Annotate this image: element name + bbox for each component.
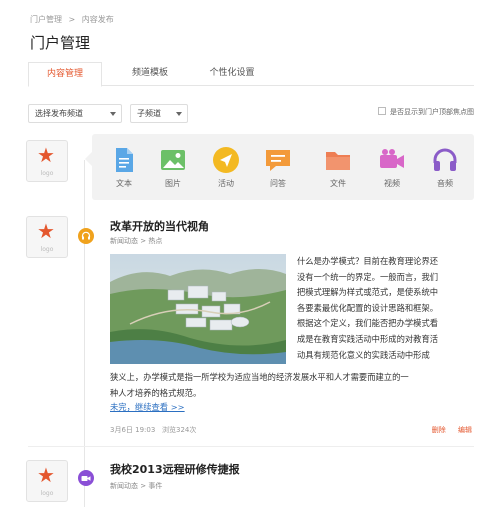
compose-text-button[interactable]: 文本 xyxy=(104,146,144,189)
tab-personalization[interactable]: 个性化设置 xyxy=(192,62,272,86)
avatar: ★ logo xyxy=(26,140,68,182)
avatar: ★ logo xyxy=(26,460,68,502)
post-excerpt-continued: 狭义上，办学模式是指一所学校为适应当地的经济发展水平和人才需要而建立的一 种人才… xyxy=(110,370,478,401)
post-text-line: 动具有规范化意义的实践活动中形成 xyxy=(297,349,430,360)
compose-image-button[interactable]: 图片 xyxy=(153,146,193,189)
folder-icon xyxy=(326,152,350,170)
compose-activity-button[interactable]: 活动 xyxy=(206,146,246,189)
channel-select-value: 选择发布频道 xyxy=(35,109,83,118)
avatar: ★ logo xyxy=(26,216,68,258)
breadcrumb-separator: > xyxy=(68,15,76,24)
chevron-down-icon xyxy=(176,112,182,116)
timeline-line xyxy=(84,160,85,507)
breadcrumb-item-portal[interactable]: 门户管理 xyxy=(30,15,62,24)
document-icon xyxy=(116,148,133,172)
post-image[interactable] xyxy=(110,254,286,364)
post-text-line: 种人才培养的格式规范。 xyxy=(110,387,202,398)
subchannel-select-value: 子频道 xyxy=(137,109,161,118)
delete-button[interactable]: 删除 xyxy=(432,426,446,434)
compose-qa-button[interactable]: 问答 xyxy=(258,146,298,189)
post-excerpt: 什么是办学模式？目前在教育理论界还 没有一个统一的界定。一般而言，我们 把模式理… xyxy=(297,254,477,363)
headphones-icon xyxy=(433,148,457,171)
portal-management-page: 门户管理 > 内容发布 门户管理 内容管理 频道模板 个性化设置 选择发布频道 … xyxy=(0,0,494,507)
post-title[interactable]: 我校2013远程研修传捷报 xyxy=(110,461,240,477)
compose-audio-label: 音频 xyxy=(437,179,453,188)
post-text-line: 各要素最优化配置的设计思路和框架。 xyxy=(297,302,439,313)
compose-file-label: 文件 xyxy=(330,179,346,188)
focus-image-checkbox[interactable] xyxy=(378,107,386,115)
breadcrumb-item-content: 内容发布 xyxy=(81,15,114,24)
panel-arrow xyxy=(85,152,92,166)
focus-image-label: 是否显示到门户顶部焦点图 xyxy=(390,108,474,116)
star-icon: ★ xyxy=(37,219,55,243)
post-text-line: 没有一个统一的界定。一般而言，我们 xyxy=(297,271,439,282)
compose-qa-label: 问答 xyxy=(270,179,286,188)
post-actions: 删除 编辑 xyxy=(422,425,472,435)
compose-activity-label: 活动 xyxy=(218,179,234,188)
compose-video-button[interactable]: 视频 xyxy=(372,146,412,189)
post-divider xyxy=(28,446,474,447)
chat-icon xyxy=(266,150,290,171)
campus-aerial-image xyxy=(110,254,286,364)
post-category: 新闻动态 > 热点 xyxy=(110,237,163,245)
filter-row: 选择发布频道 子频道 是否显示到门户顶部焦点图 xyxy=(28,104,474,124)
compose-file-button[interactable]: 文件 xyxy=(318,146,358,189)
compose-audio-button[interactable]: 音频 xyxy=(425,146,465,189)
location-arrow-icon xyxy=(213,147,239,173)
channel-select[interactable]: 选择发布频道 xyxy=(28,104,122,123)
post-text-line: 成是在教育实践活动中形成的对教育活 xyxy=(297,333,439,344)
compose-type-panel: 文本 图片 活动 问答 文件 视频 音频 xyxy=(85,134,474,200)
post-title[interactable]: 改革开放的当代视角 xyxy=(110,218,209,234)
tab-content-management[interactable]: 内容管理 xyxy=(28,62,102,87)
read-more-link[interactable]: 未完，继续查看 >> xyxy=(110,401,185,413)
post-text-line: 狭义上，办学模式是指一所学校为适应当地的经济发展水平和人才需要而建立的一 xyxy=(110,372,409,382)
logo-placeholder-text: logo xyxy=(40,170,54,177)
page-title: 门户管理 xyxy=(30,34,91,52)
compose-text-label: 文本 xyxy=(116,179,132,188)
post-views: 浏览324次 xyxy=(162,426,197,434)
tab-bar: 内容管理 频道模板 个性化设置 xyxy=(28,62,474,87)
chevron-down-icon xyxy=(110,112,116,116)
compose-image-label: 图片 xyxy=(165,179,181,188)
post-meta: 3月6日 19:03 浏览324次 xyxy=(110,425,196,435)
post-text-line: 把模式理解为样式或范式，是使系统中 xyxy=(297,287,439,298)
compose-video-label: 视频 xyxy=(384,179,400,188)
star-icon: ★ xyxy=(37,143,55,167)
subchannel-select[interactable]: 子频道 xyxy=(130,104,188,123)
edit-button[interactable]: 编辑 xyxy=(458,426,472,434)
post-type-badge xyxy=(78,228,94,244)
post-date: 3月6日 19:03 xyxy=(110,426,156,434)
video-icon xyxy=(380,149,404,168)
tab-channel-template[interactable]: 频道模板 xyxy=(113,62,187,86)
breadcrumb: 门户管理 > 内容发布 xyxy=(30,14,118,25)
post-category: 新闻动态 > 事件 xyxy=(110,482,163,490)
video-icon xyxy=(81,476,91,481)
headphones-icon xyxy=(81,231,91,240)
image-icon xyxy=(161,150,185,170)
post-text-line: 什么是办学模式？目前在教育理论界还 xyxy=(297,256,439,266)
post-text-line: 根据这个定义，我们能否把办学模式看 xyxy=(297,318,439,329)
logo-placeholder-text: logo xyxy=(40,490,54,497)
post-type-badge xyxy=(78,470,94,486)
logo-placeholder-text: logo xyxy=(40,246,54,253)
star-icon: ★ xyxy=(37,463,55,487)
focus-image-option[interactable]: 是否显示到门户顶部焦点图 xyxy=(378,107,474,117)
